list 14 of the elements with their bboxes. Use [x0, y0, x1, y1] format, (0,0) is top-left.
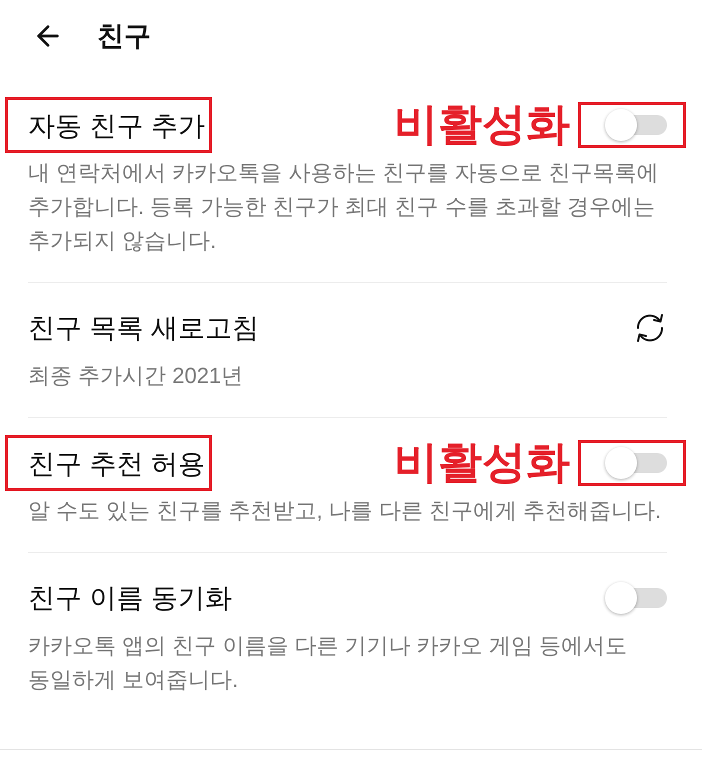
toggle-switch[interactable]: [605, 109, 667, 141]
annotation-label: 비활성화: [394, 103, 570, 147]
page-title: 친구: [97, 20, 151, 53]
toggle-switch[interactable]: [605, 447, 667, 479]
setting-description: 내 연락처에서 카카오톡을 사용하는 친구를 자동으로 친구목록에 추가합니다. 등록 가능한 친구가 최대 친구 수를 초과할 경우에는 추가되지 않습니다.: [28, 159, 660, 255]
annotation-label: 비활성화: [394, 441, 570, 485]
setting-title: 자동 친구 추가: [28, 110, 206, 143]
setting-description: 카카오톡 앱의 친구 이름을 다른 기기나 카카오 게임 등에서도 동일하게 보여줍니다.: [28, 632, 628, 694]
setting-title: 친구 추천 허용: [28, 448, 206, 481]
setting-description: 알 수도 있는 친구를 추천받고, 나를 다른 친구에게 추천해줍니다.: [28, 497, 662, 525]
setting-title: 친구 이름 동기화: [28, 582, 232, 615]
setting-title: 친구 목록 새로고침: [28, 312, 260, 345]
setting-description: 최종 추가시간 2021년: [28, 362, 244, 390]
toggle-switch[interactable]: [605, 582, 667, 614]
